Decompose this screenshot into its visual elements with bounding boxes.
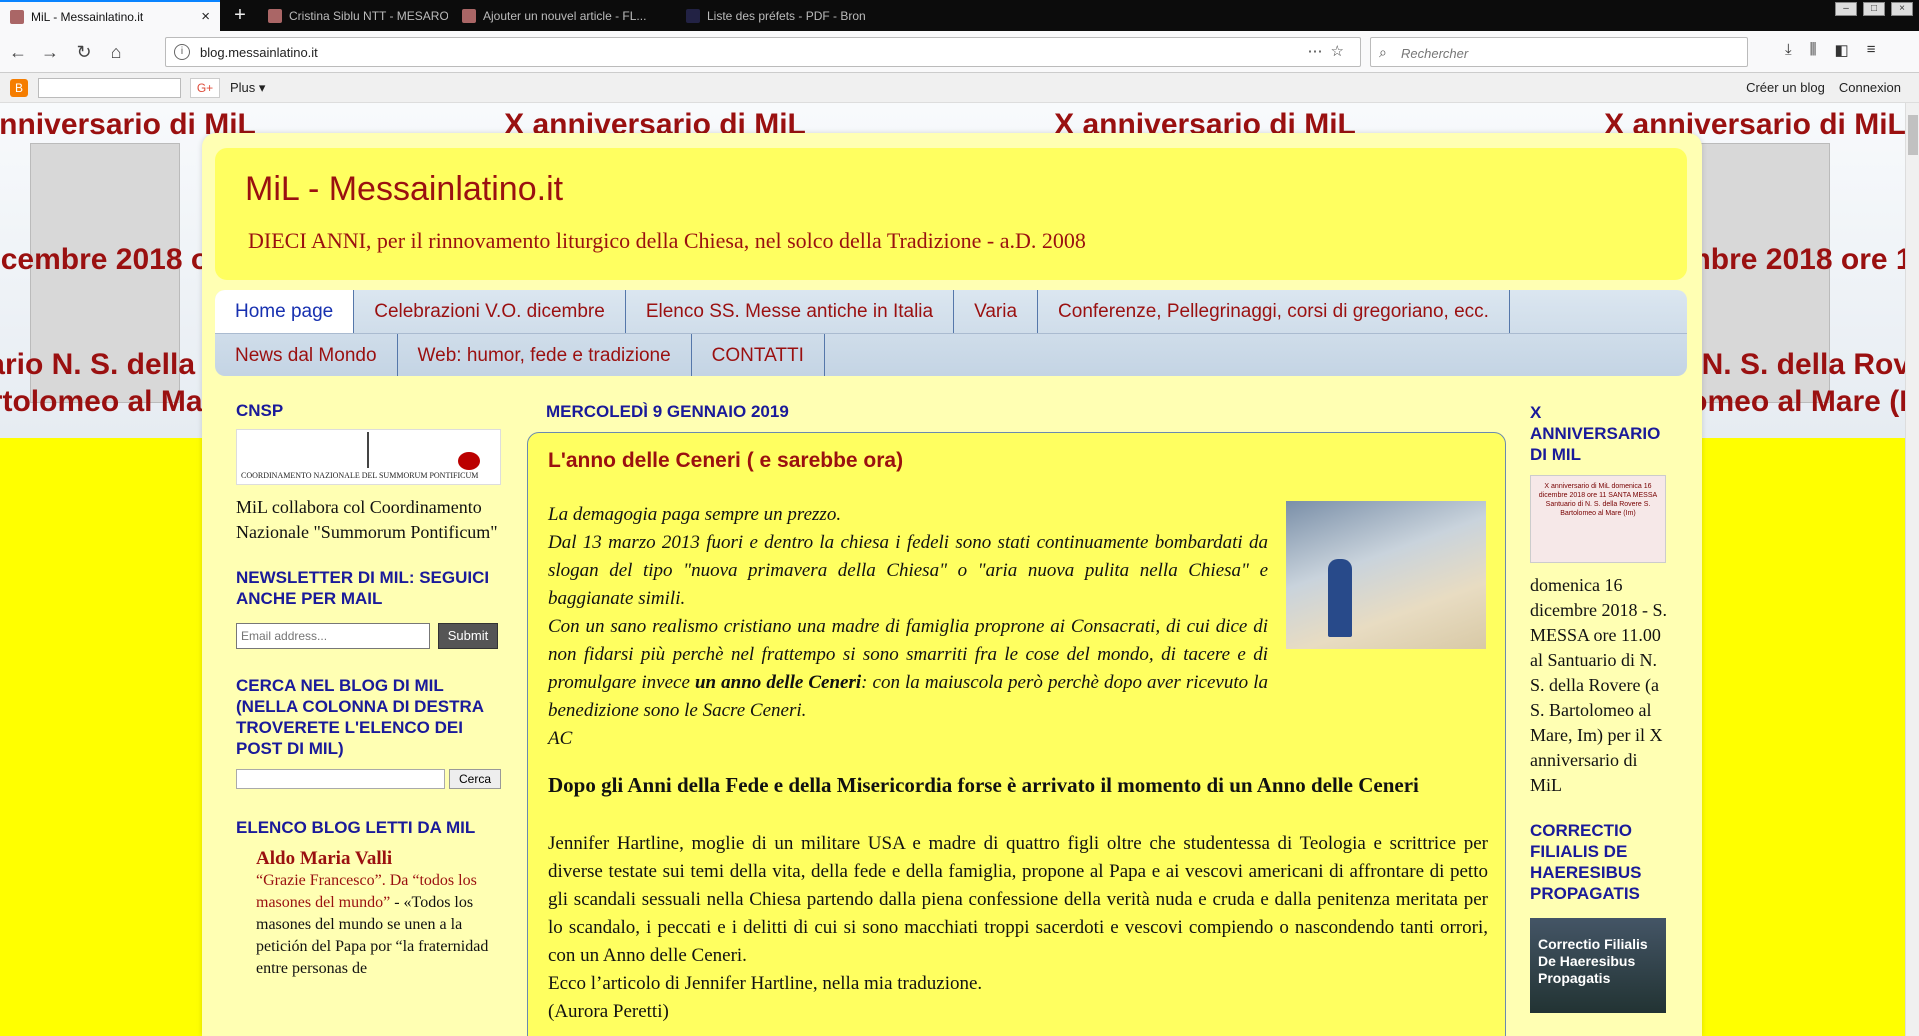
tab-label: Liste des préfets - PDF - Bron — [707, 8, 866, 23]
newsletter-heading: NEWSLETTER DI MIL: SEGUICI ANCHE PER MAI… — [236, 568, 490, 608]
tab-celebrazioni[interactable]: Celebrazioni V.O. dicembre — [354, 290, 626, 333]
anniversary-text: domenica 16 dicembre 2018 - S. MESSA ore… — [1530, 575, 1667, 795]
close-tab-icon[interactable]: × — [201, 8, 210, 25]
blog-search-heading: CERCA NEL BLOG DI MIL (NELLA COLONNA DI … — [236, 676, 484, 758]
cnsp-logo-text: COORDINAMENTO NAZIONALE DEL SUMMORUM PON… — [241, 471, 479, 480]
blogger-search-input[interactable] — [38, 78, 181, 98]
blog-header: MiL - Messainlatino.it DIECI ANNI, per i… — [215, 148, 1687, 280]
create-blog-link[interactable]: Créer un blog — [1746, 80, 1825, 95]
site-favicon-icon — [462, 8, 476, 23]
post-paragraph: (Aurora Peretti) — [548, 1001, 669, 1022]
intro-line: Dal 13 marzo 2013 fuori e dentro la chie… — [548, 532, 1268, 609]
left-sidebar: CNSP COORDINAMENTO NAZIONALE DEL SUMMORU… — [236, 400, 501, 980]
library-icon[interactable]: ⫼ — [1810, 41, 1817, 59]
right-sidebar: X ANNIVERSARIO DI MIL X anniversario di … — [1530, 402, 1670, 1013]
tab-label: Cristina Siblu NTT - MESARO... — [289, 8, 448, 23]
post-title[interactable]: L'anno delle Ceneri ( e sarebbe ora) — [548, 449, 903, 473]
post-card: L'anno delle Ceneri ( e sarebbe ora) La … — [527, 432, 1506, 1036]
cnsp-text: MiL collabora col Coordinamento Nazional… — [236, 497, 498, 542]
search-placeholder: Rechercher — [1401, 46, 1469, 61]
toolbar-icons: ⤓ ⫼ ◧ ≡ — [1785, 41, 1876, 59]
window-controls: – □ × — [1835, 2, 1913, 16]
tab-news[interactable]: News dal Mondo — [215, 334, 398, 376]
post-date: MERCOLEDÌ 9 GENNAIO 2019 — [546, 402, 789, 421]
site-favicon-icon — [10, 9, 24, 24]
post-paragraph: Ecco l’articolo di Jennifer Hartline, ne… — [548, 973, 983, 994]
more-menu[interactable]: Plus ▾ — [230, 80, 265, 96]
tab-active[interactable]: MiL - Messainlatino.it × — [0, 0, 220, 31]
search-button[interactable]: Cerca — [449, 769, 501, 789]
cross-icon — [367, 432, 379, 468]
blogger-logo-icon[interactable]: B — [10, 79, 28, 97]
blog-excerpt: “Grazie Francesco”. Da “todos los masone… — [256, 870, 501, 980]
new-tab-button[interactable]: + — [225, 0, 255, 31]
menu-icon[interactable]: ≡ — [1867, 41, 1876, 59]
page-tabs: Home page Celebrazioni V.O. dicembre Ele… — [215, 290, 1687, 376]
page-scrollbar[interactable] — [1905, 103, 1919, 1036]
seal-icon — [458, 452, 480, 470]
post-subtitle: Dopo gli Anni della Fede e della Miseric… — [548, 773, 1419, 797]
home-icon[interactable]: ⌂ — [104, 40, 128, 64]
tab-4[interactable]: Liste des préfets - PDF - Bron — [676, 0, 896, 31]
google-plus-button[interactable]: G+ — [190, 78, 220, 98]
download-icon[interactable]: ⤓ — [1785, 41, 1792, 59]
tab-web[interactable]: Web: humor, fede e tradizione — [398, 334, 692, 376]
cnsp-logo-image[interactable]: COORDINAMENTO NAZIONALE DEL SUMMORUM PON… — [236, 429, 501, 485]
blog-search-input[interactable] — [236, 769, 445, 789]
browser-toolbar: ← → ↻ ⌂ i blog.messainlatino.it ⋯☆ ⌕ Rec… — [0, 31, 1919, 73]
correctio-image[interactable]: Correctio Filialis De Haeresibus Propaga… — [1530, 918, 1666, 1013]
login-link[interactable]: Connexion — [1839, 80, 1901, 95]
tab-label: MiL - Messainlatino.it — [31, 9, 144, 24]
correctio-image-text: Correctio Filialis De Haeresibus Propaga… — [1538, 936, 1648, 986]
info-icon[interactable]: i — [174, 44, 190, 60]
submit-button[interactable]: Submit — [438, 623, 498, 649]
tab-3[interactable]: Ajouter un nouvel article - FL... — [452, 0, 672, 31]
site-favicon-icon — [686, 8, 700, 23]
url-bar[interactable]: i blog.messainlatino.it ⋯☆ — [165, 37, 1361, 67]
tab-contatti[interactable]: CONTATTI — [692, 334, 825, 376]
tab-varia[interactable]: Varia — [954, 290, 1039, 333]
sidebar-icon[interactable]: ◧ — [1835, 41, 1849, 59]
post-body: La demagogia paga sempre un prezzo. Dal … — [548, 501, 1488, 1026]
page-actions-icon[interactable]: ⋯☆ — [1308, 42, 1352, 60]
reload-icon[interactable]: ↻ — [72, 40, 96, 64]
anniversary-image[interactable]: X anniversario di MiL domenica 16 dicemb… — [1530, 475, 1666, 563]
search-bar[interactable]: ⌕ Rechercher — [1370, 37, 1748, 67]
tab-label: Ajouter un nouvel article - FL... — [483, 8, 647, 23]
browser-tab-bar: MiL - Messainlatino.it × + Cristina Sibl… — [0, 0, 1919, 31]
intro-emphasis: un anno delle Ceneri — [694, 672, 862, 693]
post-paragraph: Jennifer Hartline, moglie di un militare… — [548, 833, 1488, 966]
intro-line: Con un sano realismo cristiano una madre… — [548, 613, 1268, 725]
forward-icon[interactable]: → — [38, 40, 62, 64]
blog-description: DIECI ANNI, per il rinnovamento liturgic… — [248, 228, 1086, 253]
tab-home[interactable]: Home page — [215, 290, 355, 333]
cnsp-heading: CNSP — [236, 401, 284, 420]
minimize-icon[interactable]: – — [1835, 2, 1857, 16]
blog-list-heading: ELENCO BLOG LETTI DA MIL — [236, 818, 476, 837]
intro-signature: AC — [548, 728, 573, 749]
blog-title[interactable]: MiL - Messainlatino.it — [245, 170, 563, 209]
url-text: blog.messainlatino.it — [200, 45, 318, 60]
scrollbar-thumb[interactable] — [1908, 115, 1918, 155]
site-favicon-icon — [268, 8, 282, 23]
tab-conferenze[interactable]: Conferenze, Pellegrinaggi, corsi di greg… — [1038, 290, 1510, 333]
close-window-icon[interactable]: × — [1891, 2, 1913, 16]
tab-2[interactable]: Cristina Siblu NTT - MESARO... — [258, 0, 448, 31]
post-intro: La demagogia paga sempre un prezzo. Dal … — [548, 501, 1268, 753]
correctio-heading: CORRECTIO FILIALIS DE HAERESIBUS PROPAGA… — [1530, 821, 1642, 903]
intro-line: La demagogia paga sempre un prezzo. — [548, 504, 842, 525]
maximize-icon[interactable]: □ — [1863, 2, 1885, 16]
anniversary-image-text: X anniversario di MiL domenica 16 dicemb… — [1538, 483, 1658, 517]
email-field[interactable] — [236, 623, 430, 649]
blog-name-link[interactable]: Aldo Maria Valli — [256, 848, 501, 870]
back-icon[interactable]: ← — [6, 40, 30, 64]
anniversary-heading: X ANNIVERSARIO DI MIL — [1530, 403, 1661, 464]
list-item: Aldo Maria Valli “Grazie Francesco”. Da … — [236, 848, 501, 980]
blogger-navbar: B G+ Plus ▾ Créer un blog Connexion — [0, 73, 1919, 103]
tab-elenco-messe[interactable]: Elenco SS. Messe antiche in Italia — [626, 290, 955, 333]
search-icon: ⌕ — [1379, 44, 1387, 60]
